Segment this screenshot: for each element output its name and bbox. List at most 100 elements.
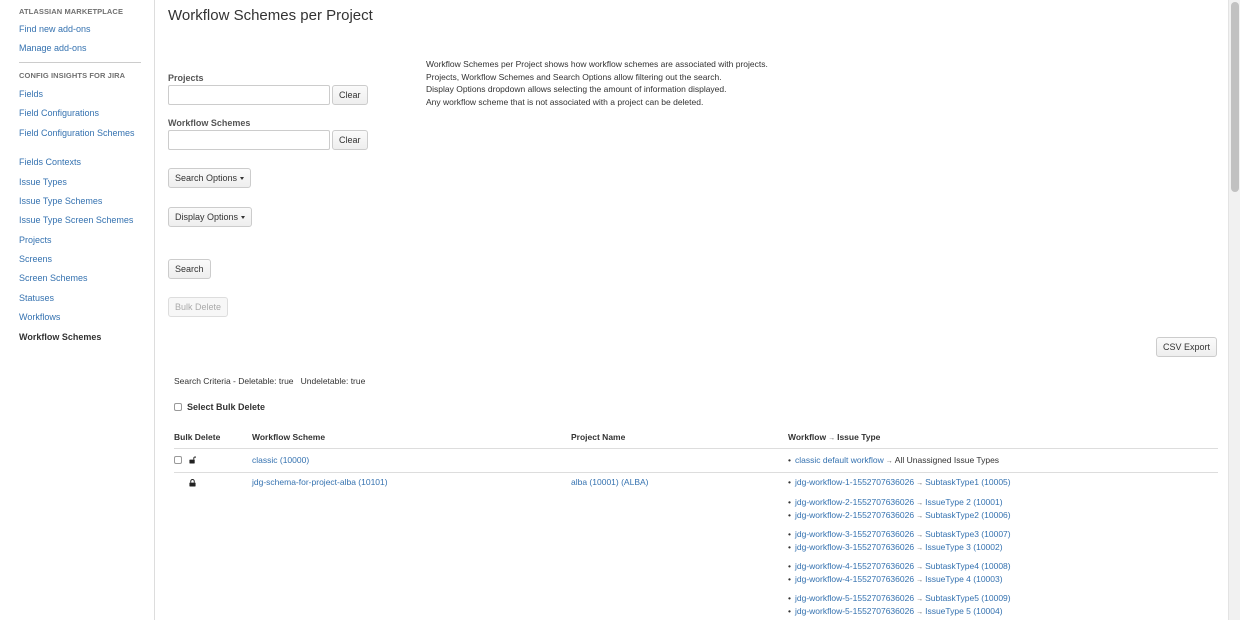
workflow-link[interactable]: jdg-workflow-5-1552707636026: [795, 593, 914, 603]
row-mapping: • jdg-workflow-5-1552707636026 → IssueType …: [788, 605, 1003, 620]
col-header-workflow: Workflow: [788, 432, 827, 442]
table-row-bulk-delete-cell: [174, 456, 196, 464]
sidebar-item-screens[interactable]: Screens: [19, 254, 144, 264]
bullet-icon: •: [788, 574, 791, 584]
col-header-bulk-delete: Bulk Delete: [174, 432, 221, 442]
info-line: Any workflow scheme that is not associat…: [426, 96, 704, 107]
issue-type-link[interactable]: IssueType 3 (10002): [925, 542, 1003, 552]
bullet-icon: •: [788, 477, 791, 487]
arrow-right-icon: →: [916, 564, 924, 571]
main-content: Workflow Schemes per Project Projects Cl…: [156, 0, 1228, 620]
arrow-right-icon: →: [885, 458, 893, 465]
row-workflow-scheme-link[interactable]: jdg-schema-for-project-alba (10101): [252, 476, 388, 489]
search-button[interactable]: Search: [168, 259, 211, 279]
info-description: Workflow Schemes per Project shows how w…: [426, 58, 846, 108]
sidebar-heading-marketplace: ATLASSIAN MARKETPLACE: [19, 7, 124, 16]
vertical-scrollbar[interactable]: [1228, 0, 1240, 620]
scrollbar-thumb[interactable]: [1231, 2, 1239, 192]
arrow-right-icon: →: [916, 532, 924, 539]
sidebar-item-find-new-addons[interactable]: Find new add-ons: [19, 24, 144, 34]
select-bulk-delete-checkbox[interactable]: [174, 403, 182, 411]
bullet-icon: •: [788, 606, 791, 616]
workflow-schemes-label: Workflow Schemes: [168, 118, 251, 128]
chevron-down-icon: [240, 177, 245, 181]
table-row-divider: [174, 472, 1218, 473]
issue-type-link[interactable]: IssueType 2 (10001): [925, 497, 1003, 507]
row-mapping: • jdg-workflow-4-1552707636026 → IssueType …: [788, 573, 1003, 588]
issue-type-link[interactable]: IssueType 4 (10003): [925, 574, 1003, 584]
info-line: Workflow Schemes per Project shows how w…: [426, 59, 768, 69]
sidebar-heading-config-insights: CONFIG INSIGHTS FOR JIRA: [19, 71, 126, 80]
sidebar-item-fields[interactable]: Fields: [19, 89, 144, 99]
info-line: Display Options dropdown allows selectin…: [426, 84, 727, 94]
workflow-schemes-input[interactable]: [168, 130, 330, 150]
bullet-icon: •: [788, 497, 791, 507]
issue-type-text: All Unassigned Issue Types: [894, 455, 1000, 465]
row-mapping: • jdg-workflow-3-1552707636026 → IssueType …: [788, 541, 1003, 556]
workflow-link[interactable]: jdg-workflow-3-1552707636026: [795, 529, 914, 539]
sidebar-item-workflows[interactable]: Workflows: [19, 312, 144, 322]
search-criteria-text: Search Criteria - Deletable: true Undele…: [174, 376, 366, 386]
select-bulk-delete-label: Select Bulk Delete: [187, 402, 266, 412]
arrow-right-icon: →: [916, 545, 924, 552]
csv-export-button[interactable]: CSV Export: [1156, 337, 1218, 357]
sidebar-item-manage-addons[interactable]: Manage add-ons: [19, 43, 144, 53]
projects-clear-button[interactable]: Clear: [332, 85, 368, 105]
col-header-issue-type: Issue Type: [837, 432, 881, 442]
row-mapping: • classic default workflow → All Unassigned…: [788, 454, 999, 469]
bulk-delete-button[interactable]: Bulk Delete: [168, 297, 229, 317]
issue-type-link[interactable]: SubtaskType3 (10007): [925, 529, 1011, 539]
workflow-schemes-clear-button[interactable]: Clear: [332, 130, 368, 150]
lock-icon: [189, 479, 196, 487]
table-header-divider: [174, 448, 1218, 449]
sidebar: ATLASSIAN MARKETPLACE Find new add-ons M…: [0, 0, 155, 620]
arrow-right-icon: →: [916, 513, 924, 520]
sidebar-item-statuses[interactable]: Statuses: [19, 293, 144, 303]
sidebar-divider: [19, 62, 141, 63]
info-line: Projects, Workflow Schemes and Search Op…: [426, 71, 722, 82]
row-workflow-scheme-link[interactable]: classic (10000): [252, 454, 309, 467]
page-title: Workflow Schemes per Project: [168, 7, 373, 24]
arrow-right-icon: →: [916, 480, 924, 487]
sidebar-item-field-configurations[interactable]: Field Configurations: [19, 108, 144, 118]
sidebar-item-fields-contexts[interactable]: Fields Contexts: [19, 157, 144, 167]
display-options-dropdown[interactable]: Display Options: [168, 207, 253, 227]
row-project-link[interactable]: alba (10001) (ALBA): [571, 476, 649, 489]
sidebar-item-screen-schemes[interactable]: Screen Schemes: [19, 273, 144, 283]
sidebar-item-field-configuration-schemes[interactable]: Field Configuration Schemes: [19, 128, 144, 138]
sidebar-item-issue-type-screen-schemes[interactable]: Issue Type Screen Schemes: [19, 215, 144, 225]
workflow-link[interactable]: jdg-workflow-1-1552707636026: [795, 477, 914, 487]
projects-label: Projects: [168, 73, 204, 83]
workflow-link[interactable]: jdg-workflow-2-1552707636026: [795, 497, 914, 507]
workflow-link[interactable]: classic default workflow: [795, 455, 884, 465]
row-mapping: • jdg-workflow-1-1552707636026 → SubtaskTyp…: [788, 476, 1011, 491]
workflow-link[interactable]: jdg-workflow-3-1552707636026: [795, 542, 914, 552]
sidebar-item-issue-type-schemes[interactable]: Issue Type Schemes: [19, 196, 144, 206]
row-mapping: • jdg-workflow-2-1552707636026 → SubtaskTyp…: [788, 509, 1011, 524]
bullet-icon: •: [788, 593, 791, 603]
sidebar-item-workflow-schemes[interactable]: Workflow Schemes: [19, 332, 144, 342]
arrow-right-icon: →: [916, 577, 924, 584]
row-bulk-delete-checkbox[interactable]: [174, 456, 182, 464]
workflow-link[interactable]: jdg-workflow-2-1552707636026: [795, 510, 914, 520]
search-options-label: Search Options: [175, 173, 238, 183]
arrow-right-icon: →: [916, 500, 924, 507]
bullet-icon: •: [788, 510, 791, 520]
sidebar-item-issue-types[interactable]: Issue Types: [19, 177, 144, 187]
issue-type-link[interactable]: SubtaskType5 (10009): [925, 593, 1011, 603]
col-header-workflow-issue-type: Workflow → Issue Type: [788, 432, 880, 442]
issue-type-link[interactable]: SubtaskType1 (10005): [925, 477, 1011, 487]
workflow-link[interactable]: jdg-workflow-4-1552707636026: [795, 574, 914, 584]
workflow-link[interactable]: jdg-workflow-4-1552707636026: [795, 561, 914, 571]
bullet-icon: •: [788, 455, 791, 465]
issue-type-link[interactable]: IssueType 5 (10004): [925, 606, 1003, 616]
issue-type-link[interactable]: SubtaskType4 (10008): [925, 561, 1011, 571]
unlock-icon: [189, 456, 196, 464]
search-options-dropdown[interactable]: Search Options: [168, 168, 252, 188]
projects-input[interactable]: [168, 85, 330, 105]
display-options-label: Display Options: [175, 212, 239, 222]
workflow-link[interactable]: jdg-workflow-5-1552707636026: [795, 606, 914, 616]
issue-type-link[interactable]: SubtaskType2 (10006): [925, 510, 1011, 520]
col-header-project-name: Project Name: [571, 432, 626, 442]
sidebar-item-projects[interactable]: Projects: [19, 235, 144, 245]
